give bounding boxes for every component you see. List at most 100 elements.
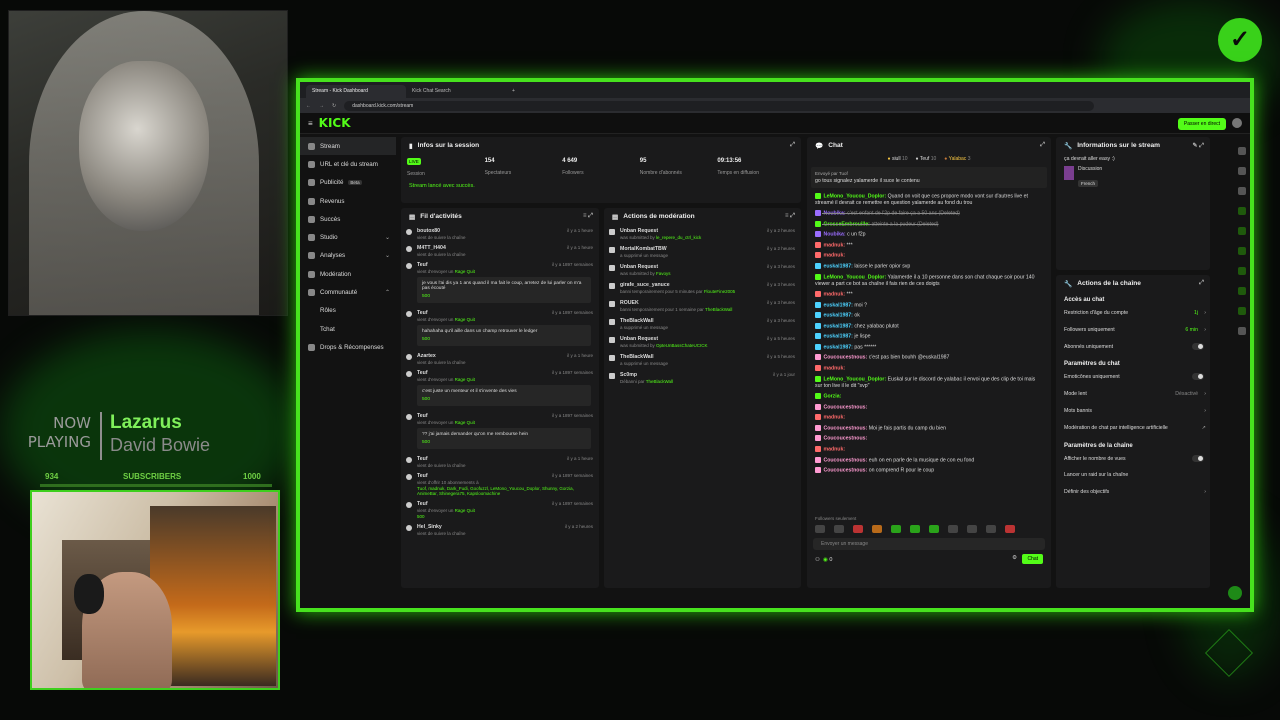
back-icon[interactable]: ← (306, 103, 311, 109)
activity-item[interactable]: Hel_Sinky il y a 2 heures vient de suivr… (401, 521, 599, 538)
toggle-switch[interactable] (1192, 342, 1204, 350)
chat-username[interactable]: madnuk: (823, 291, 845, 297)
emote-icon[interactable] (986, 525, 996, 534)
sidebar-item-chat[interactable]: Tchat (300, 320, 396, 338)
bolt-icon[interactable] (1238, 207, 1246, 215)
activity-item[interactable]: Teuf il y a 1897 semaines vient d'envoye… (401, 307, 599, 350)
chat-username[interactable]: madnuk: (823, 253, 845, 259)
tab-chat-search[interactable]: Kick Chat Search (406, 85, 506, 98)
avatar[interactable] (1232, 118, 1242, 128)
moderation-item[interactable]: Unban Request il y a 2 heures was submit… (604, 225, 801, 243)
chat-username[interactable]: euskal1987: (823, 344, 852, 350)
help-icon[interactable] (1228, 586, 1242, 600)
activity-item[interactable]: Teuf il y a 1897 semaines vient d'offrir… (401, 470, 599, 498)
chat-message[interactable]: Coucoucestnous: c'est pas bien bouhh @eu… (807, 353, 1051, 364)
activity-item[interactable]: Teuf il y a 1897 semaines vient d'envoye… (401, 498, 599, 521)
reload-icon[interactable]: ↻ (332, 103, 336, 109)
forward-icon[interactable]: → (319, 103, 324, 109)
sidebar-item-ads[interactable]: Publicité Beta (300, 174, 396, 192)
info-icon[interactable] (1238, 147, 1246, 155)
users-icon[interactable]: ⚇ (815, 557, 820, 563)
emote-icon[interactable] (910, 525, 920, 534)
chat-username[interactable]: euskal1987: (823, 313, 852, 319)
sidebar-item-moderation[interactable]: Modération (300, 265, 396, 283)
activity-item[interactable]: boutox80 il y a 1 heure vient de suivre … (401, 225, 599, 242)
popout-icon[interactable]: ⤢ (1040, 142, 1045, 149)
menu-icon[interactable]: ≡ (308, 119, 313, 128)
chat-message[interactable]: Noubika: c un f2p (807, 230, 1051, 241)
emote-icon[interactable] (834, 525, 844, 534)
chat-username[interactable]: madnuk: (823, 242, 845, 248)
chat-message[interactable]: Coucoucestnous: Moi je fais partis du ca… (807, 423, 1051, 434)
chat-message[interactable]: GrosseEmbrouille: atteinte a la pudeur (… (807, 219, 1051, 230)
chat-message[interactable]: madnuk: *** (807, 240, 1051, 251)
activity-item[interactable]: M4TT_H404 il y a 1 heure vient de suivre… (401, 242, 599, 259)
chat-message[interactable]: madnuk: (807, 413, 1051, 424)
sidebar-item-community[interactable]: Communauté ⌃ (300, 283, 396, 301)
sidebar-item-roles[interactable]: Rôles (300, 302, 396, 320)
chat-message[interactable]: euskal1987: laisse le parler opior svp (807, 261, 1051, 272)
wrench-icon[interactable] (1238, 307, 1246, 315)
chat-message[interactable]: Coucoucestnous: (807, 402, 1051, 413)
moderation-item[interactable]: Unban Request il y a 5 heures was submit… (604, 333, 801, 351)
moderation-item[interactable]: Sc0mp il y a 1 jour Débanni par TheBlack… (604, 369, 801, 387)
activity-item[interactable]: Azartex il y a 1 heure vient de suivre l… (401, 350, 599, 367)
chat-message[interactable]: madnuk: (807, 251, 1051, 262)
tab-stream[interactable]: Stream - Kick Dashboard (306, 85, 406, 98)
chat-message[interactable]: Gorzia: (807, 392, 1051, 403)
send-chat-button[interactable]: Chat (1022, 554, 1043, 565)
activity-item[interactable]: Teuf il y a 1897 semaines vient d'envoye… (401, 367, 599, 410)
emote-icon[interactable] (929, 525, 939, 534)
chat-username[interactable]: Coucoucestnous: (823, 467, 867, 473)
moderation-item[interactable]: TheBlackWall il y a 3 heures a supprimé … (604, 315, 801, 333)
chat-message[interactable]: LeMono_Youcou_Doplor: Euskal sur le disc… (807, 374, 1051, 392)
setting-slow-mode[interactable]: Mode lent Désactivé › (1056, 387, 1210, 404)
setting-age-restriction[interactable]: Restriction d'âge du compte 1j › (1056, 306, 1210, 323)
chat-message[interactable]: LeMono_Youcou_Doplor: Quand on voit que … (807, 191, 1051, 209)
chat-username[interactable]: euskal1987: (823, 334, 852, 340)
activity-item[interactable]: Teuf il y a 1897 semaines vient d'envoye… (401, 259, 599, 307)
settings-icon[interactable] (1238, 327, 1246, 335)
chat-message[interactable]: Coucoucestnous: on comprend R pour le co… (807, 466, 1051, 477)
chat-input[interactable]: Envoyer un message (813, 538, 1045, 551)
emote-icon[interactable] (891, 525, 901, 534)
chat-username[interactable]: Coucoucestnous: (823, 404, 867, 410)
edit-icon[interactable]: ✎ ⤢ (1193, 142, 1205, 150)
chat-message[interactable]: Noubika: c'est enfant de l'2p de faire ç… (807, 209, 1051, 220)
chat-message[interactable]: LeMono_Youcou_Doplor: Yalamerde il a 10 … (807, 272, 1051, 290)
moderation-item[interactable]: TheBlackWall il y a 5 heures a supprimé … (604, 351, 801, 369)
sidebar-item-stream[interactable]: Stream (300, 137, 396, 156)
grid-icon[interactable] (1238, 187, 1246, 195)
chat-message[interactable]: euskal1987: chez yalabac plutot (807, 321, 1051, 332)
toggle-switch[interactable] (1192, 454, 1204, 462)
chat-username[interactable]: euskal1987: (823, 323, 852, 329)
sidebar-item-achievements[interactable]: Succès (300, 210, 396, 228)
page-icon[interactable] (1238, 227, 1246, 235)
activity-item[interactable]: Teuf il y a 1897 semaines vient d'envoye… (401, 410, 599, 453)
chat-message[interactable]: euskal1987: moi ? (807, 300, 1051, 311)
chat-message[interactable]: madnuk: (807, 444, 1051, 455)
emote-icon[interactable] (1005, 525, 1015, 534)
go-live-button[interactable]: Passer en direct (1177, 118, 1226, 130)
edit-icon[interactable] (1238, 167, 1246, 175)
setting-goals[interactable]: Définir des objectifs › (1056, 485, 1210, 502)
setting-raid[interactable]: Lancer un raid sur la chaîne (1056, 468, 1210, 485)
chat-username[interactable]: euskal1987: (823, 263, 852, 269)
emote-icon[interactable] (967, 525, 977, 534)
emote-icon[interactable] (853, 525, 863, 534)
kick-logo[interactable]: KICK (319, 116, 351, 130)
chat-message[interactable]: euskal1987: je lispe (807, 332, 1051, 343)
moderation-item[interactable]: girafe_suce_yanuce il y a 3 heures banni… (604, 279, 801, 297)
chat-username[interactable]: LeMono_Youcou_Doplor: (823, 193, 886, 199)
chat-username[interactable]: Coucoucestnous: (823, 425, 867, 431)
pinned-message[interactable]: Envoyé par Tuof go tous signalez yalamer… (811, 167, 1047, 188)
chat-message[interactable]: madnuk: (807, 363, 1051, 374)
gear-icon[interactable]: ⚙ (1012, 555, 1017, 561)
chat-username[interactable]: madnuk: (823, 365, 845, 371)
chat-message[interactable]: euskal1987: pas ****** (807, 342, 1051, 353)
setting-emotes-only[interactable]: Emoticônes uniquement (1056, 370, 1210, 387)
link-icon[interactable] (1238, 267, 1246, 275)
chat-username[interactable]: LeMono_Youcou_Doplor: (823, 274, 886, 280)
setting-subscribers-only[interactable]: Abonnés uniquement (1056, 340, 1210, 357)
sidebar-item-studio[interactable]: Studio ⌄ (300, 228, 396, 246)
